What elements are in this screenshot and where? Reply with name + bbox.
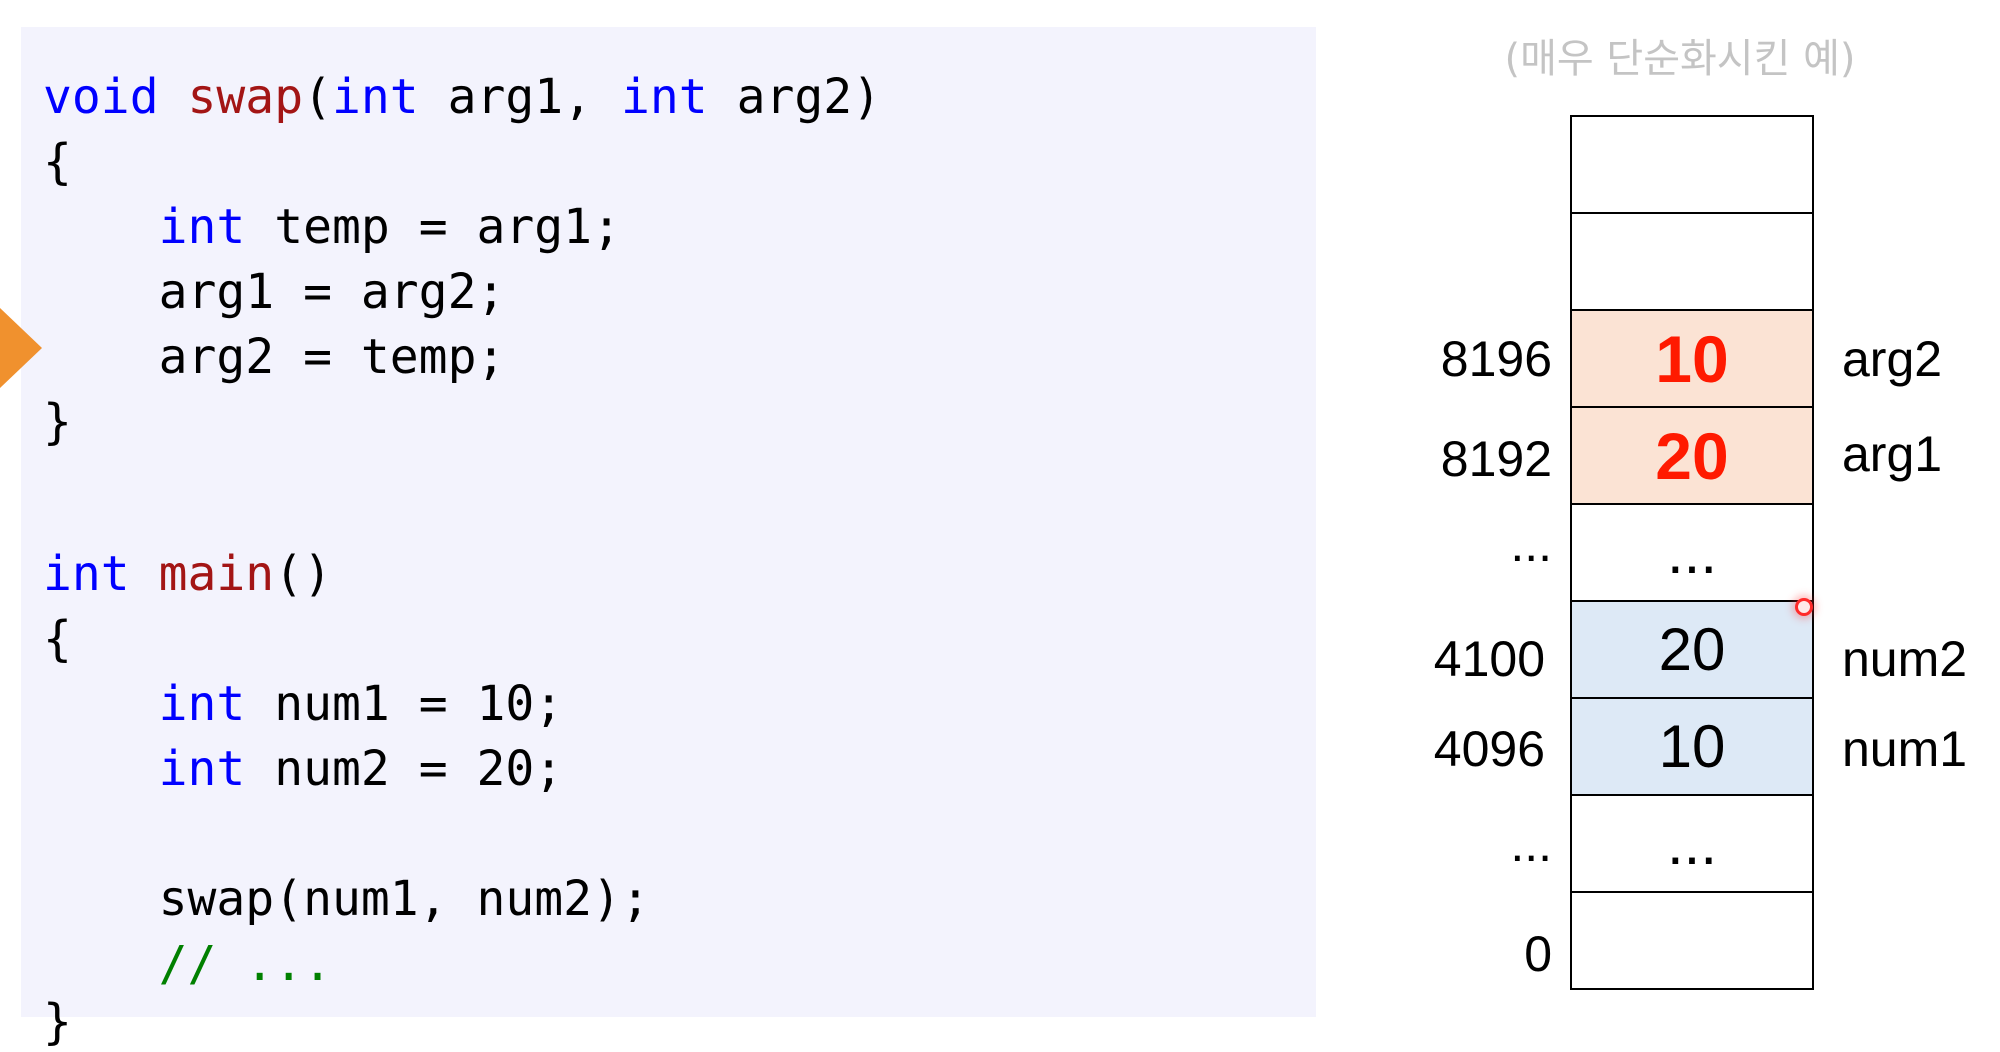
address-label: 8196: [1440, 331, 1552, 387]
address-label: ...: [1510, 816, 1552, 872]
code-text: (: [303, 69, 332, 125]
code-text: num2 = 20;: [245, 741, 564, 797]
memory-cell-empty: [1570, 212, 1814, 309]
code-text: arg2 = temp;: [158, 329, 506, 385]
memory-cell-arg1: 20: [1570, 406, 1814, 503]
memory-cell-ellipsis: ...: [1570, 794, 1814, 891]
code-keyword: int: [332, 69, 419, 125]
code-keyword: int: [158, 741, 246, 797]
address-label: 4100: [1433, 631, 1545, 687]
code-line-9: int num1 = 10;: [43, 674, 564, 734]
code-text: (): [274, 546, 332, 602]
code-keyword: int: [43, 546, 130, 602]
code-text: arg2): [707, 69, 882, 125]
code-line-4: arg1 = arg2;: [43, 262, 506, 322]
memory-cell-ellipsis: ...: [1570, 503, 1814, 600]
code-line-1: void swap(int arg1, int arg2): [43, 67, 881, 127]
address-label: 0: [1524, 926, 1552, 982]
code-function-name: swap: [187, 69, 304, 125]
diagram-caption: (매우 단순화시킨 예): [1504, 36, 1856, 82]
code-keyword: int: [158, 676, 246, 732]
code-text: arg1 = arg2;: [158, 264, 506, 320]
address-label: ...: [1510, 516, 1552, 572]
mouse-cursor-icon: [1795, 598, 1813, 616]
memory-cell-arg2: 10: [1570, 309, 1814, 406]
code-line-11: swap(num1, num2);: [43, 869, 650, 929]
memory-cell-empty: [1570, 115, 1814, 212]
code-function-name: main: [158, 546, 275, 602]
variable-name-label: num1: [1842, 721, 1968, 777]
code-text: swap(num1, num2);: [158, 871, 650, 927]
code-keyword: void: [43, 69, 159, 125]
code-line-7: int main(): [43, 544, 332, 604]
memory-cell-empty: [1570, 891, 1814, 990]
code-line-3: int temp = arg1;: [43, 197, 621, 257]
code-line-5: arg2 = temp;: [43, 327, 506, 387]
code-panel: void swap(int arg1, int arg2) { int temp…: [21, 27, 1316, 1050]
memory-cell-num2: 20: [1570, 600, 1814, 697]
code-text: arg1,: [418, 69, 621, 125]
variable-name-label: arg2: [1842, 331, 1943, 387]
memory-stack: 10 20 ... 20 10 ...: [1570, 115, 1814, 990]
code-line-10: int num2 = 20;: [43, 739, 564, 799]
code-line-6: }: [43, 394, 72, 450]
variable-name-label: num2: [1842, 631, 1968, 687]
variable-name-label: arg1: [1842, 426, 1943, 482]
code-keyword: int: [621, 69, 708, 125]
code-line-13: }: [43, 994, 72, 1050]
code-comment: // ...: [158, 936, 332, 992]
memory-cell-num1: 10: [1570, 697, 1814, 794]
code-text: num1 = 10;: [245, 676, 564, 732]
code-line-2: {: [43, 134, 72, 190]
code-line-8: {: [43, 611, 72, 667]
address-label: 8192: [1440, 431, 1552, 487]
address-label: 4096: [1433, 721, 1545, 777]
memory-cell-value: 20: [1655, 418, 1729, 493]
code-line-12: // ...: [43, 934, 332, 994]
code-text: temp = arg1;: [245, 199, 621, 255]
code-keyword: int: [158, 199, 246, 255]
current-line-pointer-icon: [0, 308, 42, 388]
memory-cell-value: 10: [1655, 321, 1729, 396]
